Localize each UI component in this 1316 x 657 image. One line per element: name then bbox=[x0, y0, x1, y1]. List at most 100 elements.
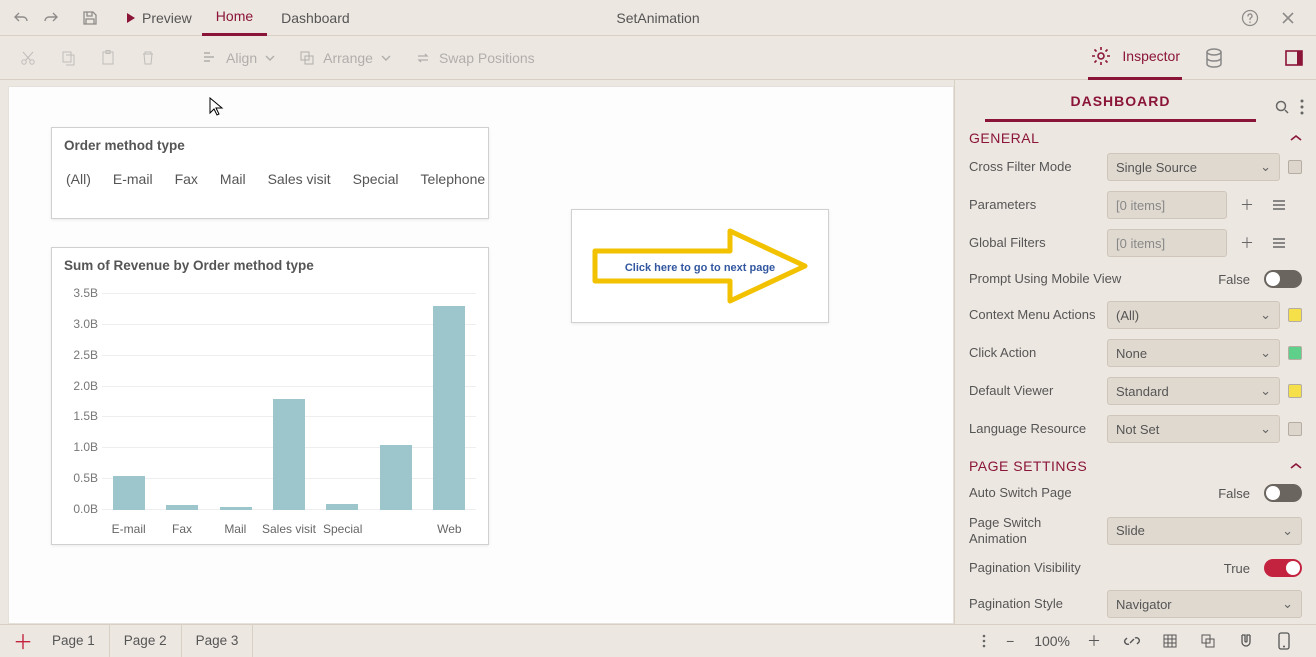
row-default-viewer: Default Viewer Standard⌄ bbox=[955, 372, 1316, 410]
inspector-panel: DASHBOARD GENERAL Cross Filter Mode Sing… bbox=[954, 80, 1316, 624]
zoom-in-button[interactable]: ＋ bbox=[1080, 627, 1108, 655]
row-pagination-visibility: Pagination Visibility True bbox=[955, 551, 1316, 585]
panel-toggle-icon[interactable] bbox=[1284, 48, 1304, 68]
inspector-tab[interactable]: Inspector bbox=[1088, 36, 1182, 80]
tab-home[interactable]: Home bbox=[202, 0, 267, 36]
section-general[interactable]: GENERAL bbox=[955, 120, 1316, 148]
chart-plot-area: 0.0B0.5B1.0B1.5B2.0B2.5B3.0B3.5B bbox=[102, 294, 476, 510]
copy-icon[interactable] bbox=[52, 42, 84, 74]
page-tab[interactable]: Page 3 bbox=[182, 625, 254, 657]
chevron-down-icon bbox=[265, 55, 275, 61]
zoom-out-button[interactable]: − bbox=[996, 627, 1024, 655]
close-icon[interactable] bbox=[1274, 4, 1302, 32]
magnet-icon[interactable] bbox=[1232, 627, 1260, 655]
click-action-select[interactable]: None⌄ bbox=[1107, 339, 1280, 367]
row-auto-switch: Auto Switch Page False bbox=[955, 476, 1316, 510]
global-filters-field[interactable]: [0 items] bbox=[1107, 229, 1227, 257]
filter-title: Order method type bbox=[52, 128, 488, 157]
filter-option[interactable]: Telephone bbox=[421, 171, 486, 187]
inspector-title: DASHBOARD bbox=[985, 93, 1256, 122]
page-tab[interactable]: Page 1 bbox=[38, 625, 110, 657]
search-icon[interactable] bbox=[1274, 99, 1290, 115]
swap-icon bbox=[415, 50, 431, 66]
context-menu-select[interactable]: (All)⌄ bbox=[1107, 301, 1280, 329]
chart-widget[interactable]: Sum of Revenue by Order method type 0.0B… bbox=[51, 247, 489, 545]
link-icon[interactable] bbox=[1118, 627, 1146, 655]
preview-label: Preview bbox=[142, 10, 192, 26]
list-icon[interactable] bbox=[1267, 231, 1291, 255]
add-icon[interactable]: ＋ bbox=[1235, 193, 1259, 217]
filter-option[interactable]: Mail bbox=[220, 171, 246, 187]
redo-icon[interactable] bbox=[36, 4, 64, 32]
save-icon[interactable] bbox=[76, 4, 104, 32]
zoom-level: 100% bbox=[1034, 633, 1070, 649]
prompt-mobile-toggle[interactable] bbox=[1264, 270, 1302, 288]
color-swatch[interactable] bbox=[1288, 308, 1302, 322]
paste-icon[interactable] bbox=[92, 42, 124, 74]
align-icon bbox=[202, 50, 218, 66]
pagination-style-select[interactable]: Navigator⌄ bbox=[1107, 590, 1302, 618]
row-click-action: Click Action None⌄ bbox=[955, 334, 1316, 372]
delete-icon[interactable] bbox=[132, 42, 164, 74]
status-bar: ＋ Page 1 Page 2 Page 3 − 100% ＋ bbox=[0, 624, 1316, 656]
data-icon[interactable] bbox=[1202, 46, 1226, 70]
page-tab[interactable]: Page 2 bbox=[110, 625, 182, 657]
align-dropdown[interactable]: Align bbox=[194, 50, 283, 66]
chevron-up-icon bbox=[1290, 134, 1302, 142]
row-page-animation: Page Switch Animation Slide⌄ bbox=[955, 510, 1316, 551]
mobile-icon[interactable] bbox=[1270, 627, 1298, 655]
add-page-button[interactable]: ＋ bbox=[8, 626, 38, 656]
mouse-cursor-icon bbox=[209, 97, 225, 117]
color-swatch[interactable] bbox=[1288, 160, 1302, 174]
help-icon[interactable] bbox=[1236, 4, 1264, 32]
pages-more-icon[interactable] bbox=[972, 634, 996, 648]
color-swatch[interactable] bbox=[1288, 346, 1302, 360]
chevron-down-icon bbox=[381, 55, 391, 61]
play-icon bbox=[126, 12, 136, 24]
filter-option[interactable]: Fax bbox=[175, 171, 198, 187]
chevron-up-icon bbox=[1290, 462, 1302, 470]
row-global-filters: Global Filters [0 items] ＋ bbox=[955, 224, 1316, 262]
row-pagination-style: Pagination Style Navigator⌄ bbox=[955, 585, 1316, 623]
language-select[interactable]: Not Set⌄ bbox=[1107, 415, 1280, 443]
swap-positions-button[interactable]: Swap Positions bbox=[407, 50, 543, 66]
overlap-icon[interactable] bbox=[1194, 627, 1222, 655]
cut-icon[interactable] bbox=[12, 42, 44, 74]
more-icon[interactable] bbox=[1300, 99, 1304, 115]
default-viewer-select[interactable]: Standard⌄ bbox=[1107, 377, 1280, 405]
row-parameters: Parameters [0 items] ＋ bbox=[955, 186, 1316, 224]
filter-options: (All) E-mail Fax Mail Sales visit Specia… bbox=[52, 157, 488, 187]
pagination-visibility-toggle[interactable] bbox=[1264, 559, 1302, 577]
preview-button[interactable]: Preview bbox=[116, 10, 202, 26]
row-prompt-mobile: Prompt Using Mobile View False bbox=[955, 262, 1316, 296]
color-swatch[interactable] bbox=[1288, 384, 1302, 398]
cross-filter-select[interactable]: Single Source⌄ bbox=[1107, 153, 1280, 181]
chart-x-labels: E-mailFaxMailSales visitSpecialWeb bbox=[102, 522, 476, 536]
filter-option[interactable]: Sales visit bbox=[268, 171, 331, 187]
arrow-widget[interactable]: Click here to go to next page bbox=[571, 209, 829, 323]
filter-option[interactable]: E-mail bbox=[113, 171, 153, 187]
undo-icon[interactable] bbox=[8, 4, 36, 32]
arrow-text: Click here to go to next page bbox=[625, 262, 775, 274]
section-page-settings[interactable]: PAGE SETTINGS bbox=[955, 448, 1316, 476]
filter-option[interactable]: (All) bbox=[66, 171, 91, 187]
design-canvas[interactable]: Order method type (All) E-mail Fax Mail … bbox=[8, 86, 954, 624]
row-cross-filter: Cross Filter Mode Single Source⌄ bbox=[955, 148, 1316, 186]
menu-bar: Preview Home Dashboard SetAnimation bbox=[0, 0, 1316, 36]
parameters-field[interactable]: [0 items] bbox=[1107, 191, 1227, 219]
filter-widget[interactable]: Order method type (All) E-mail Fax Mail … bbox=[51, 127, 489, 219]
color-swatch[interactable] bbox=[1288, 422, 1302, 436]
auto-switch-toggle[interactable] bbox=[1264, 484, 1302, 502]
row-context-menu: Context Menu Actions (All)⌄ bbox=[955, 296, 1316, 334]
filter-option[interactable]: Special bbox=[353, 171, 399, 187]
gear-icon bbox=[1090, 45, 1112, 67]
tab-dashboard[interactable]: Dashboard bbox=[267, 0, 364, 36]
chart-title: Sum of Revenue by Order method type bbox=[52, 248, 488, 277]
edit-toolbar: Align Arrange Swap Positions Inspector bbox=[0, 36, 1316, 80]
add-icon[interactable]: ＋ bbox=[1235, 231, 1259, 255]
grid-icon[interactable] bbox=[1156, 627, 1184, 655]
arrange-icon bbox=[299, 50, 315, 66]
page-animation-select[interactable]: Slide⌄ bbox=[1107, 517, 1302, 545]
arrange-dropdown[interactable]: Arrange bbox=[291, 50, 399, 66]
list-icon[interactable] bbox=[1267, 193, 1291, 217]
